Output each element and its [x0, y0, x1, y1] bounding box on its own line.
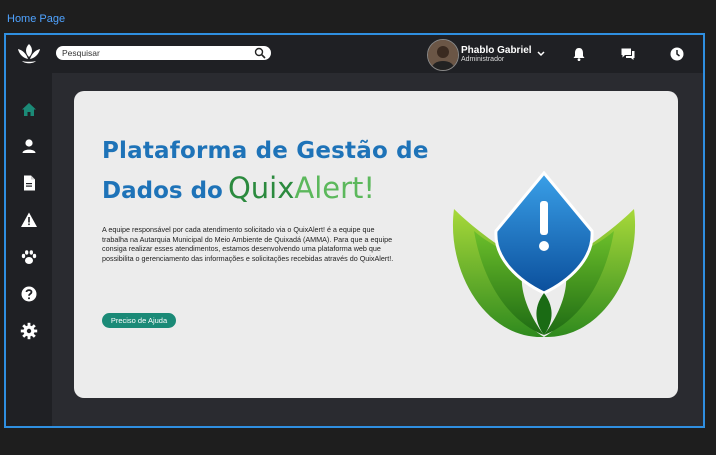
avatar[interactable] [427, 39, 459, 71]
avatar-photo [428, 40, 458, 70]
search-icon[interactable] [254, 47, 266, 59]
frame-label: Home Page [7, 13, 66, 25]
quixalert-logo-illustration [452, 170, 636, 338]
top-bar: Pesquisar Phablo Gabriel Administrador [6, 35, 703, 73]
gear-icon[interactable] [20, 322, 38, 340]
app-window: Pesquisar Phablo Gabriel Administrador P… [4, 33, 705, 428]
hero-title-line2: Dados do QuixAlert! [102, 171, 375, 205]
sidebar [6, 73, 52, 426]
hero-title-prefix: Dados do [102, 178, 223, 204]
clock-icon[interactable] [669, 46, 685, 62]
user-name[interactable]: Phablo Gabriel [461, 45, 532, 56]
user-icon[interactable] [20, 137, 38, 155]
hero-description: A equipe responsável por cada atendiment… [102, 225, 394, 263]
brand-name-part1: Quix [227, 171, 295, 205]
document-icon[interactable] [20, 174, 38, 192]
chat-icon[interactable] [620, 46, 636, 62]
hero-card: Plataforma de Gestão de Dados do QuixAle… [74, 91, 678, 398]
help-icon[interactable] [20, 285, 38, 303]
warning-icon[interactable] [20, 211, 38, 229]
main-content: Plataforma de Gestão de Dados do QuixAle… [52, 73, 703, 426]
brand-name-part2: Alert! [294, 171, 376, 205]
paw-icon[interactable] [20, 248, 38, 266]
home-icon[interactable] [20, 101, 38, 119]
bell-icon[interactable] [571, 46, 587, 62]
search-input[interactable]: Pesquisar [56, 48, 254, 58]
user-role: Administrador [461, 56, 505, 63]
logo-icon [18, 44, 40, 64]
search-bar[interactable]: Pesquisar [56, 46, 271, 60]
chevron-down-icon[interactable] [536, 50, 546, 58]
help-button[interactable]: Preciso de Ajuda [102, 313, 176, 328]
hero-title-line1: Plataforma de Gestão de [102, 138, 429, 164]
